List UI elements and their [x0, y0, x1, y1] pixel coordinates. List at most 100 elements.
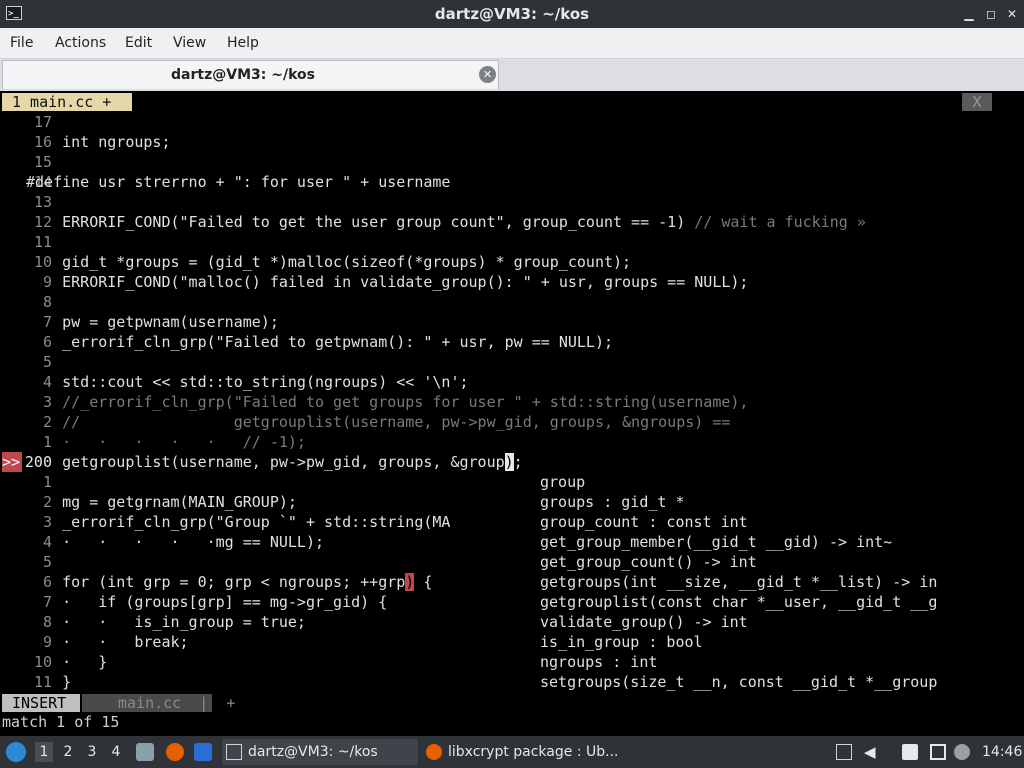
menu-view[interactable]: View — [173, 28, 206, 58]
code-text: · · break; — [26, 633, 189, 651]
code-text: · · is_in_group = true; — [26, 613, 306, 631]
completion-item[interactable]: getgroups(int __size, __gid_t *__list) -… — [540, 572, 985, 592]
code-line[interactable]: 1 · · · · · // -1); — [0, 432, 1024, 452]
network-icon[interactable] — [836, 744, 852, 760]
code-line[interactable]: 14 #define usr strerrno + ": for user " +… — [0, 172, 1024, 192]
close-icon[interactable]: ✕ — [1003, 4, 1021, 24]
show-desktop-icon[interactable] — [194, 743, 212, 761]
line-number: 5 — [42, 553, 52, 571]
task-label: dartz@VM3: ~/kos — [248, 744, 378, 760]
code-line[interactable]: 7 pw = getpwnam(username); — [0, 312, 1024, 332]
clipboard-icon[interactable] — [902, 744, 918, 760]
vim-tabline[interactable]: 1 main.cc + — [2, 93, 132, 111]
terminal-icon — [226, 744, 242, 760]
terminal-content[interactable]: 1 main.cc + X 17 16 int ngroups; 15 14 #defi… — [0, 92, 1024, 732]
window-titlebar[interactable]: >_ dartz@VM3: ~/kos ▁ ◻ ✕ — [0, 0, 1024, 28]
menu-help[interactable]: Help — [227, 28, 259, 58]
code-line[interactable]: 2 // getgrouplist(username, pw->pw_gid, … — [0, 412, 1024, 432]
workspace-4[interactable]: 4 — [107, 742, 125, 762]
vim-tab-label: 1 main.cc + — [12, 93, 112, 111]
workspace-3[interactable]: 3 — [83, 742, 101, 762]
text-cursor: ) — [504, 453, 514, 471]
vim-statusline: INSERT main.cc | + — [0, 694, 1024, 712]
code-comment: //_errorif_cln_grp("Failed to get groups… — [26, 393, 749, 411]
code-line[interactable]: 11 — [0, 232, 1024, 252]
code-text: getgrouplist(username, pw->pw_gid, group… — [26, 453, 523, 471]
code-line[interactable]: 9 ERRORIF_COND("malloc() failed in valid… — [0, 272, 1024, 292]
workspace-1[interactable]: 1 — [35, 742, 53, 762]
completion-item[interactable]: getgrouplist(const char *__user, __gid_t… — [540, 592, 985, 612]
code-text: · if (groups[grp] == mg->gr_gid) { — [26, 593, 388, 611]
code-line[interactable]: 8 — [0, 292, 1024, 312]
start-menu-icon[interactable] — [6, 742, 26, 762]
completion-item[interactable]: get_group_member(__gid_t __gid) -> int~ — [540, 532, 985, 552]
completion-item[interactable]: ngroups : int — [540, 652, 985, 672]
task-firefox[interactable]: libxcrypt package : Ub... — [422, 739, 622, 765]
code-text: //_errorif_cln_grp("Failed to get groups… — [26, 392, 748, 412]
vim-cmdline: match 1 of 15 — [2, 713, 120, 731]
line-number: 13 — [33, 193, 52, 211]
code-line[interactable]: 6 _errorif_cln_grp("Failed to getpwnam()… — [0, 332, 1024, 352]
code-text: · · · · · // -1); — [26, 432, 306, 452]
display-icon[interactable] — [930, 744, 946, 760]
code-comment: · · · · · // -1); — [26, 433, 306, 451]
code-line[interactable]: 10 gid_t *groups = (gid_t *)malloc(sizeo… — [0, 252, 1024, 272]
code-text: #define usr strerrno + ": for user " + u… — [26, 173, 451, 191]
code-text: int ngroups; — [26, 133, 171, 151]
completion-item[interactable]: setgroups(size_t __n, const __gid_t *__g… — [540, 672, 985, 692]
line-number: 8 — [42, 293, 52, 311]
code-line[interactable]: 5 — [0, 352, 1024, 372]
tab-label: dartz@VM3: ~/kos — [171, 67, 315, 83]
tab-bar: dartz@VM3: ~/kos ✕ — [0, 59, 1024, 91]
statusline-filename: main.cc | + — [82, 694, 235, 712]
code-line[interactable]: 15 — [0, 152, 1024, 172]
volume-icon[interactable]: ◀ — [864, 744, 880, 760]
line-number: 11 — [33, 233, 52, 251]
code-line[interactable]: 16 int ngroups; — [0, 132, 1024, 152]
completion-item[interactable]: group_count : const int — [540, 512, 985, 532]
notification-icon[interactable] — [954, 744, 970, 760]
code-line[interactable]: 12 ERRORIF_COND("Failed to get the user … — [0, 212, 1024, 232]
terminal-tab[interactable]: dartz@VM3: ~/kos ✕ — [2, 60, 499, 89]
matching-paren: ) — [405, 573, 415, 591]
window-title: dartz@VM3: ~/kos — [434, 5, 590, 23]
firefox-icon[interactable] — [166, 743, 184, 761]
vim-tab-close[interactable]: X — [962, 93, 992, 111]
code-text: // getgrouplist(username, pw->pw_gid, gr… — [26, 412, 730, 432]
completion-item[interactable]: group — [540, 472, 985, 492]
code-line[interactable]: 13 — [0, 192, 1024, 212]
menu-file[interactable]: File — [10, 28, 33, 58]
completion-item[interactable]: validate_group() -> int — [540, 612, 985, 632]
completion-item[interactable]: groups : gid_t * — [540, 492, 985, 512]
code-text: _errorif_cln_grp("Failed to getpwnam(): … — [26, 333, 613, 351]
tab-close-icon[interactable]: ✕ — [479, 66, 496, 83]
code-text: std::cout << std::to_string(ngroups) << … — [26, 373, 469, 391]
mode-indicator: INSERT — [2, 694, 80, 712]
line-number: 1 — [42, 473, 52, 491]
completion-item[interactable]: get_group_count() -> int — [540, 552, 985, 572]
workspace-2[interactable]: 2 — [59, 742, 77, 762]
code-text: · · · · ·mg == NULL); — [26, 533, 325, 551]
clock: 14:46 — [982, 744, 1023, 760]
taskbar: 1 2 3 4 dartz@VM3: ~/kos libxcrypt packa… — [0, 736, 1024, 768]
code-text: ERRORIF_COND("malloc() failed in validat… — [26, 273, 749, 291]
code-text: · } — [26, 653, 108, 671]
code-text: mg = getgrnam(MAIN_GROUP); — [26, 493, 297, 511]
task-terminal[interactable]: dartz@VM3: ~/kos — [222, 739, 418, 765]
code-line[interactable]: 4 std::cout << std::to_string(ngroups) <… — [0, 372, 1024, 392]
menu-actions[interactable]: Actions — [55, 28, 106, 58]
line-number: 5 — [42, 353, 52, 371]
code-line[interactable]: 17 — [0, 112, 1024, 132]
line-number: 17 — [33, 113, 52, 131]
code-line[interactable]: >> 200 getgrouplist(username, pw->pw_gid,… — [0, 452, 1024, 472]
menu-bar: File Actions Edit View Help — [0, 28, 1024, 59]
code-comment: // getgrouplist(username, pw->pw_gid, gr… — [26, 413, 731, 431]
code-text: for (int grp = 0; grp < ngroups; ++grp) … — [26, 573, 433, 591]
completion-item[interactable]: is_in_group : bool — [540, 632, 985, 652]
code-comment: // wait a fucking » — [685, 213, 866, 231]
minimize-icon[interactable]: ▁ — [960, 4, 978, 24]
code-line[interactable]: 3 //_errorif_cln_grp("Failed to get grou… — [0, 392, 1024, 412]
file-manager-icon[interactable] — [136, 743, 154, 761]
menu-edit[interactable]: Edit — [125, 28, 152, 58]
maximize-icon[interactable]: ◻ — [982, 4, 1000, 24]
